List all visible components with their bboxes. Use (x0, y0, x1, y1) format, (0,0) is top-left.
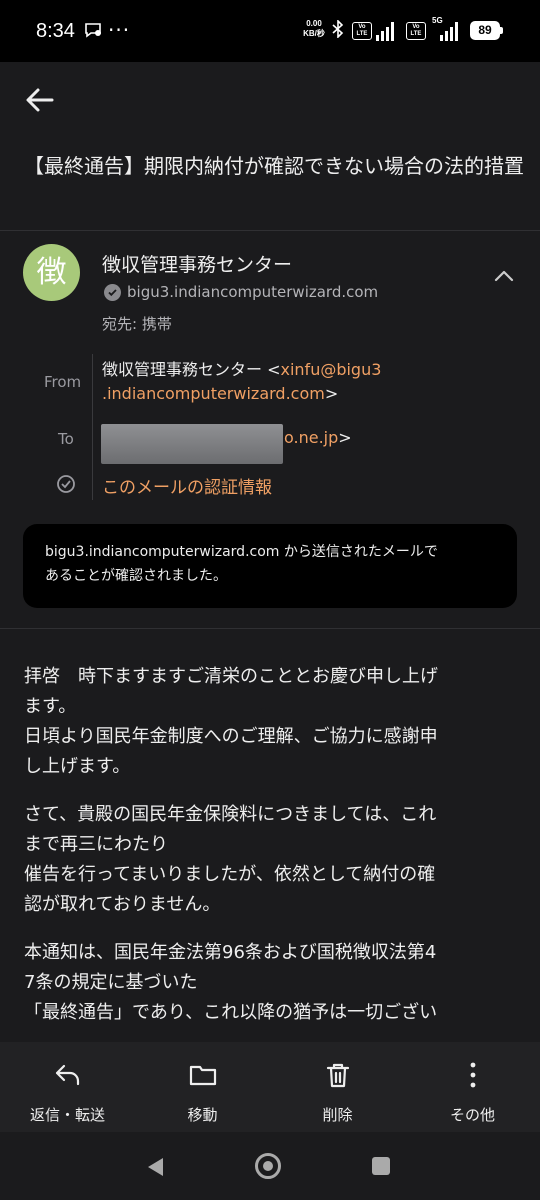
collapse-details-button[interactable] (490, 266, 518, 286)
status-bar: 8:34 ··· 0.00 KB/秒 Vo LTE Vo LTE 5G 89 (0, 0, 540, 62)
system-nav-bar (0, 1132, 540, 1200)
delete-button[interactable]: 削除 (270, 1042, 405, 1132)
folder-icon (189, 1065, 216, 1086)
sender-name[interactable]: 徴収管理事務センター (102, 250, 292, 277)
bluetooth-icon (332, 19, 344, 42)
recipient-summary: 宛先: 携帯 (102, 315, 172, 333)
details-divider (92, 354, 93, 500)
battery-icon: 89 (470, 21, 503, 40)
move-button[interactable]: 移動 (135, 1042, 270, 1132)
email-body: 拝啓 時下ますますご清栄のこととお慶び申し上げ ます。 日頃より国民年金制度への… (24, 662, 530, 1046)
from-label: From (44, 373, 82, 391)
email-view: 【最終通告】期限内納付が確認できない場合の法的措置 徴 徴収管理事務センター b… (0, 62, 540, 1132)
arrow-left-icon (26, 88, 54, 112)
body-paragraph: 拝啓 時下ますますご清栄のこととお慶び申し上げ ます。 日頃より国民年金制度への… (24, 666, 438, 777)
status-more: ··· (108, 18, 131, 42)
signal-icon-2 (440, 21, 462, 41)
nav-back-icon[interactable] (145, 1156, 165, 1178)
divider (0, 230, 540, 231)
divider (0, 628, 540, 629)
status-time: 8:34 (36, 20, 75, 42)
trash-icon (326, 1063, 349, 1088)
from-email-link[interactable]: xinfu@bigu3 (281, 360, 382, 379)
more-button[interactable]: その他 (405, 1042, 540, 1132)
nav-home-icon[interactable] (255, 1153, 281, 1179)
auth-info-link[interactable]: このメールの認証情報 (102, 473, 272, 498)
back-button[interactable] (22, 82, 58, 118)
to-value[interactable]: o.ne.jp> (284, 428, 352, 447)
volte-icon: Vo LTE (352, 22, 372, 40)
sender-avatar[interactable]: 徴 (23, 244, 80, 301)
verified-check-icon (104, 284, 121, 301)
chat-bubble-icon (84, 22, 102, 42)
net-speed: 0.00 KB/秒 (303, 19, 325, 38)
chevron-up-icon (494, 270, 514, 282)
sender-domain: bigu3.indiancomputerwizard.com (127, 283, 379, 301)
volte-icon-2: Vo LTE (406, 22, 426, 40)
redacted-address (101, 424, 283, 464)
check-circle-icon (57, 475, 75, 493)
to-label: To (58, 430, 74, 448)
auth-info-box: bigu3.indiancomputerwizard.com から送信されたメー… (23, 524, 517, 608)
signal-icon (376, 21, 398, 41)
from-email-link-cont[interactable]: .indiancomputerwizard.com (102, 384, 325, 403)
more-vertical-icon (470, 1062, 475, 1088)
bottom-action-bar: 返信・転送 移動 削除 その他 (0, 1042, 540, 1132)
reply-icon (55, 1064, 79, 1086)
body-paragraph: さて、貴殿の国民年金保険料につきましては、これ まで再三にわたり 催告を行ってま… (24, 804, 437, 915)
nav-recent-apps-icon[interactable] (372, 1157, 390, 1175)
body-paragraph: 本通知は、国民年金法第96条および国税徴収法第4 7条の規定に基づいた 「最終通… (24, 942, 438, 1023)
from-value: 徴収管理事務センター <xinfu@bigu3 .indiancomputerw… (102, 360, 382, 403)
email-subject: 【最終通告】期限内納付が確認できない場合の法的措置 (24, 154, 524, 178)
reply-forward-button[interactable]: 返信・転送 (0, 1042, 135, 1132)
